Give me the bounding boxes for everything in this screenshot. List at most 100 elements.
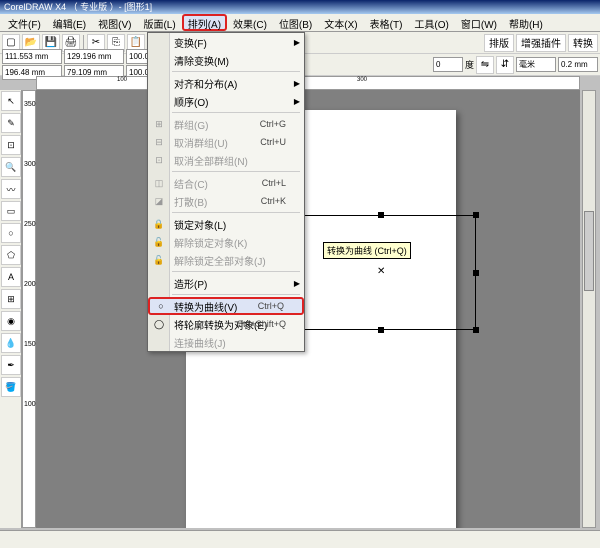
units-input[interactable] [516,57,556,72]
center-marker-icon: ✕ [377,266,385,277]
menu-item-edit[interactable]: 编辑(E) [47,14,92,31]
dropdown-item-label: 清除变换(M) [174,53,229,68]
dropdown-item-icon: ○ [154,299,168,313]
menu-item-view[interactable]: 视图(V) [92,14,137,31]
menu-item-text[interactable]: 文本(X) [318,14,363,31]
dropdown-item-label: 解除锁定对象(K) [174,235,247,250]
title-bar: CorelDRAW X4 （ 专业版 ）- [图形1] [0,0,600,14]
rectangle-tool-icon[interactable]: ▭ [1,201,21,221]
scrollbar-thumb[interactable] [584,211,594,291]
dropdown-item-icon: ⊡ [152,153,166,167]
menu-item-table[interactable]: 表格(T) [364,14,409,31]
vertical-scrollbar[interactable] [582,90,596,528]
dropdown-item-label: 取消群组(U) [174,135,228,150]
menu-item-effects[interactable]: 效果(C) [227,14,273,31]
width-input[interactable] [64,49,124,64]
handle-bm[interactable] [378,327,384,333]
dropdown-item-11: ◪打散(B)Ctrl+K [148,192,304,210]
dropdown-item-3[interactable]: 对齐和分布(A)▶ [148,74,304,92]
table-tool-icon[interactable]: ⊞ [1,289,21,309]
menu-item-file[interactable]: 文件(F) [2,14,47,31]
text-tool-icon[interactable]: A [1,267,21,287]
dropdown-shortcut: Ctrl+K [261,196,286,206]
dropdown-item-13[interactable]: 🔒 锁定对象(L) [148,215,304,233]
toolbox: ↖ ✎ ⊡ 🔍 〰 ▭ ○ ⬠ A ⊞ ◉ 💧 ✒ 🪣 [0,90,22,528]
dropdown-item-label: 顺序(O) [174,94,208,109]
polygon-tool-icon[interactable]: ⬠ [1,245,21,265]
ellipse-tool-icon[interactable]: ○ [1,223,21,243]
dropdown-item-20[interactable]: ◯将轮廓转换为对象(E)Ctrl+Shift+Q [148,315,304,333]
dropdown-item-label: 解除锁定全部对象(J) [174,253,266,268]
flip-h-icon[interactable]: ⇋ [476,56,494,74]
dropdown-item-14: 🔓 解除锁定对象(K) [148,233,304,251]
panel-button[interactable]: 排版 [484,34,514,52]
handle-tm[interactable] [378,212,384,218]
dropdown-item-8: ⊡取消全部群组(N) [148,151,304,169]
dropdown-item-icon: ⊟ [152,135,166,149]
handle-tr[interactable] [473,212,479,218]
nudge-input[interactable] [558,57,598,72]
dropdown-item-icon: ◪ [152,194,166,208]
dropdown-shortcut: Ctrl+L [262,178,286,188]
dropdown-item-label: 结合(C) [174,176,208,191]
dropdown-item-4[interactable]: 顺序(O) ▶ [148,92,304,110]
canvas-area[interactable]: ✕ 转换为曲线 (Ctrl+Q) [36,90,580,528]
dropdown-item-21: 连接曲线(J) [148,333,304,351]
dropdown-item-icon: ⊞ [152,117,166,131]
dropdown-separator [172,71,300,72]
dropdown-separator [172,112,300,113]
dropdown-item-icon: 🔓 [152,235,166,249]
handle-br[interactable] [473,327,479,333]
menu-item-layout[interactable]: 版面(L) [137,14,181,31]
menu-item-window[interactable]: 窗口(W) [455,14,503,31]
dropdown-item-label: 造形(P) [174,276,207,291]
dropdown-shortcut: Ctrl+Q [258,301,284,311]
eyedropper-tool-icon[interactable]: 💧 [1,333,21,353]
blend-tool-icon[interactable]: ◉ [1,311,21,331]
dropdown-item-10: ◫ 结合(C) Ctrl+L [148,174,304,192]
menu-item-help[interactable]: 帮助(H) [503,14,549,31]
flip-v-icon[interactable]: ⇵ [496,56,514,74]
handle-mr[interactable] [473,270,479,276]
freehand-tool-icon[interactable]: 〰 [1,179,21,199]
zoom-tool-icon[interactable]: 🔍 [1,157,21,177]
dropdown-item-icon: ◫ [152,176,166,190]
tooltip: 转换为曲线 (Ctrl+Q) [323,242,411,259]
convert-button[interactable]: 转换 [568,34,598,52]
rotation-input[interactable] [433,57,463,72]
dropdown-shortcut: Ctrl+Shift+Q [236,319,286,329]
x-coord-input[interactable] [2,49,62,64]
horizontal-ruler: 100 200 300 [36,76,580,90]
menu-item-bitmap[interactable]: 位图(B) [273,14,318,31]
pick-tool-icon[interactable]: ↖ [1,91,21,111]
submenu-arrow-icon: ▶ [294,97,300,106]
menu-bar: 文件(F) 编辑(E) 视图(V) 版面(L) 排列(A) 效果(C) 位图(B… [0,14,600,32]
degree-label: 度 [465,58,474,71]
fill-tool-icon[interactable]: 🪣 [1,377,21,397]
dropdown-item-label: 对齐和分布(A) [174,76,237,91]
dropdown-separator [172,271,300,272]
dropdown-item-label: 连接曲线(J) [174,335,226,350]
dropdown-item-17[interactable]: 造形(P) ▶ [148,274,304,292]
menu-item-tools[interactable]: 工具(O) [408,14,454,31]
crop-tool-icon[interactable]: ⊡ [1,135,21,155]
submenu-arrow-icon: ▶ [294,38,300,47]
vertical-ruler: 350 300 250 200 150 100 [22,90,36,528]
dropdown-item-icon: ◯ [152,317,166,331]
dropdown-separator [172,294,300,295]
dropdown-shortcut: Ctrl+U [260,137,286,147]
dropdown-item-1[interactable]: 清除变换(M) [148,51,304,69]
dropdown-item-7: ⊟ 取消群组(U) Ctrl+U [148,133,304,151]
dropdown-separator [172,171,300,172]
dropdown-item-0[interactable]: 变换(F)▶ [148,33,304,51]
dropdown-item-19[interactable]: ○转换为曲线(V)Ctrl+Q [148,297,304,315]
dropdown-item-label: 锁定对象(L) [174,217,226,232]
submenu-arrow-icon: ▶ [294,279,300,288]
dropdown-item-6: ⊞群组(G)Ctrl+G [148,115,304,133]
outline-tool-icon[interactable]: ✒ [1,355,21,375]
plugin-button[interactable]: 增强插件 [516,34,566,52]
dropdown-item-label: 群组(G) [174,117,208,132]
menu-item-arrange[interactable]: 排列(A) [182,14,227,31]
dropdown-item-icon: 🔒 [152,217,166,231]
shape-tool-icon[interactable]: ✎ [1,113,21,133]
